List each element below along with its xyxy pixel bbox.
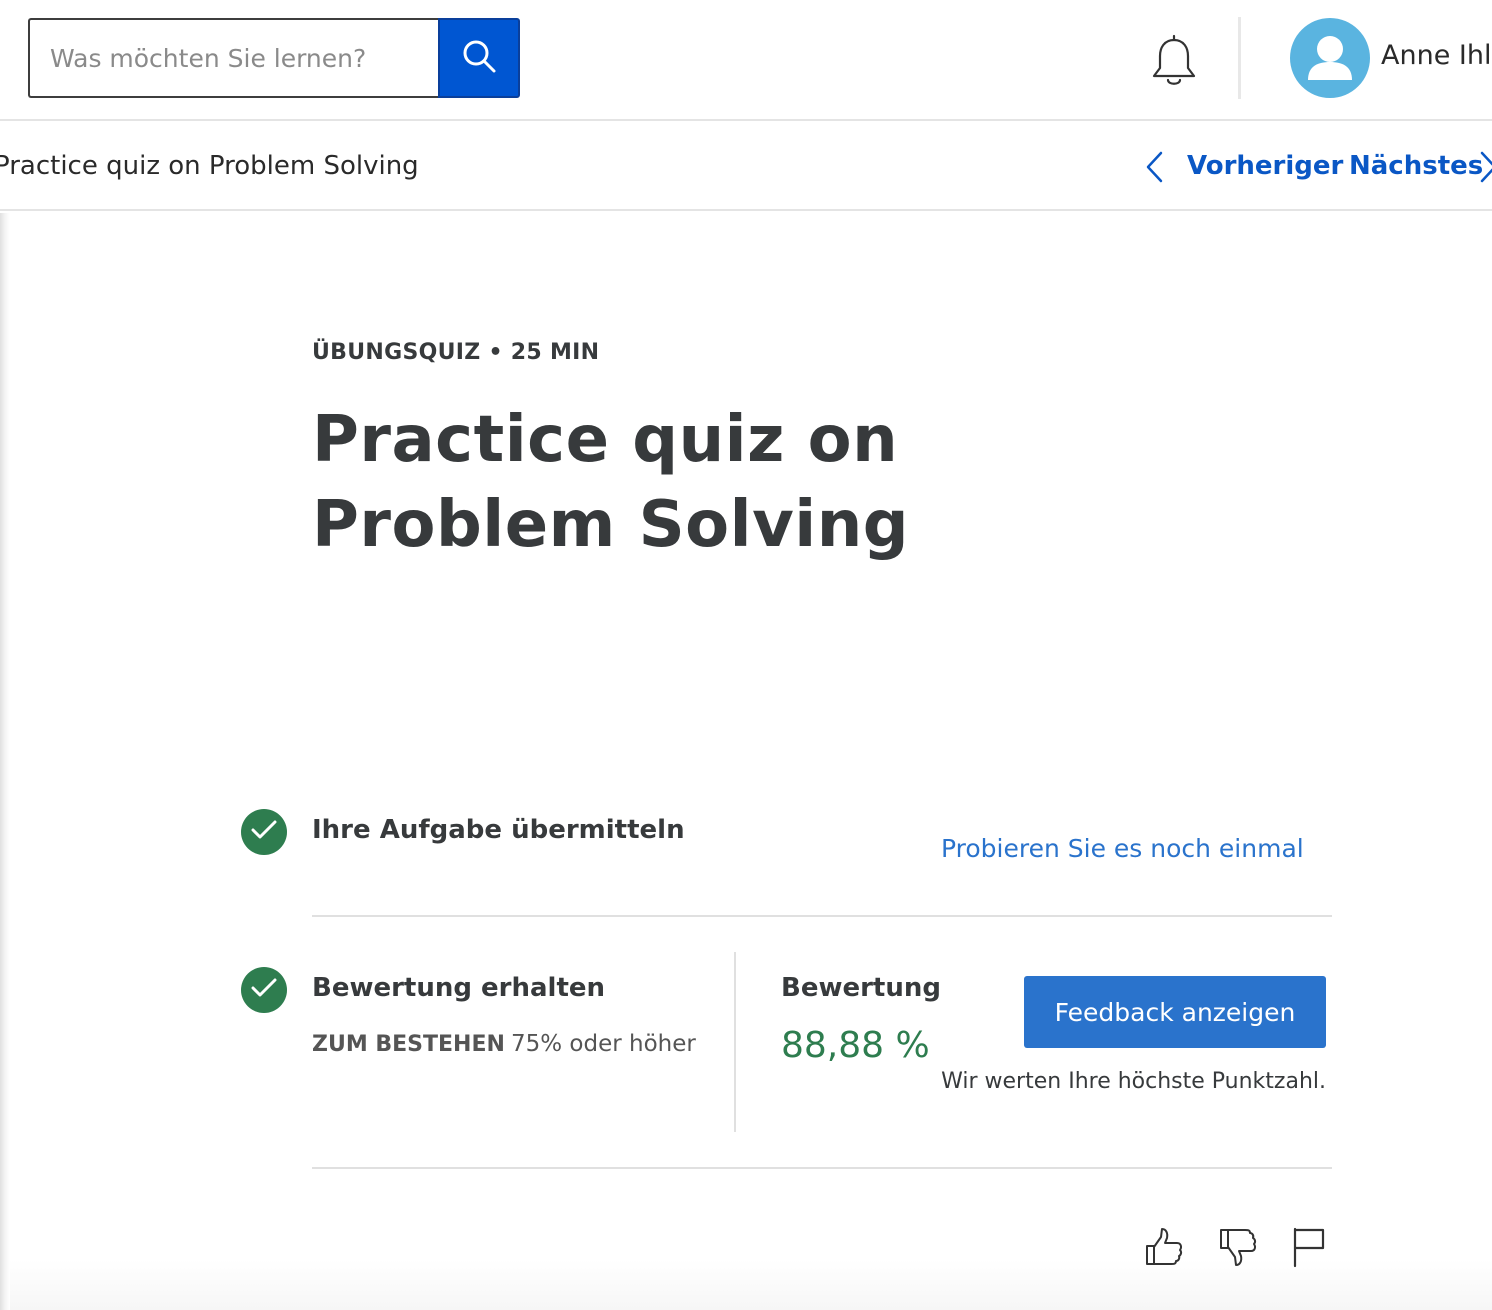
search-field[interactable]	[28, 18, 439, 98]
grade-label: Bewertung	[781, 973, 941, 1003]
thumbs-down-icon	[1217, 1226, 1259, 1272]
chevron-left-icon	[1143, 151, 1167, 188]
dislike-button[interactable]	[1216, 1227, 1260, 1271]
previous-button-icon-wrap[interactable]	[1143, 150, 1167, 184]
grade-status-badge	[241, 967, 287, 1013]
search-button[interactable]	[438, 18, 520, 98]
item-meta: ÜBUNGSQUIZ • 25 MIN	[312, 340, 600, 365]
report-button[interactable]	[1286, 1227, 1330, 1271]
item-title: Practice quiz on Problem Solving	[0, 151, 419, 181]
grade-step-title: Bewertung erhalten	[312, 973, 606, 1003]
search-icon	[461, 38, 497, 78]
check-icon	[251, 820, 277, 844]
sidebar-edge	[0, 213, 10, 1310]
next-button[interactable]: Nächstes	[1349, 151, 1483, 181]
retry-link[interactable]: Probieren Sie es noch einmal	[941, 834, 1304, 863]
section-divider	[312, 1167, 1332, 1169]
next-button-icon-wrap[interactable]	[1479, 150, 1492, 184]
user-avatar-icon	[1290, 36, 1370, 98]
search-input[interactable]	[30, 20, 439, 96]
pass-threshold-value: 75% oder höher	[511, 1031, 696, 1057]
chevron-right-icon	[1479, 151, 1492, 184]
section-divider	[312, 915, 1332, 917]
like-button[interactable]	[1142, 1227, 1186, 1271]
bottom-fade	[10, 1260, 1492, 1310]
previous-button[interactable]: Vorheriger	[1187, 151, 1343, 181]
notifications-button[interactable]	[1148, 34, 1200, 92]
bell-icon	[1150, 34, 1198, 92]
column-divider	[734, 952, 736, 1132]
submit-step-title: Ihre Aufgabe übermitteln	[312, 815, 685, 845]
view-feedback-button[interactable]: Feedback anzeigen	[1024, 976, 1326, 1048]
thumbs-up-icon	[1143, 1226, 1185, 1272]
page-title: Practice quiz on Problem Solving	[312, 403, 910, 562]
flag-icon	[1288, 1226, 1328, 1272]
user-name[interactable]: Anne Ihle	[1381, 40, 1492, 71]
item-navigation-bar: Practice quiz on Problem Solving Vorheri…	[0, 121, 1492, 211]
check-icon	[251, 978, 277, 1002]
user-avatar[interactable]	[1290, 18, 1370, 98]
header-divider	[1238, 17, 1241, 99]
top-header: Anne Ihle	[0, 0, 1492, 121]
pass-threshold-label: ZUM BESTEHEN	[312, 1032, 505, 1057]
grade-note: Wir werten Ihre höchste Punktzahl.	[941, 1069, 1326, 1094]
submit-status-badge	[241, 809, 287, 855]
grade-value: 88,88 %	[781, 1025, 930, 1066]
